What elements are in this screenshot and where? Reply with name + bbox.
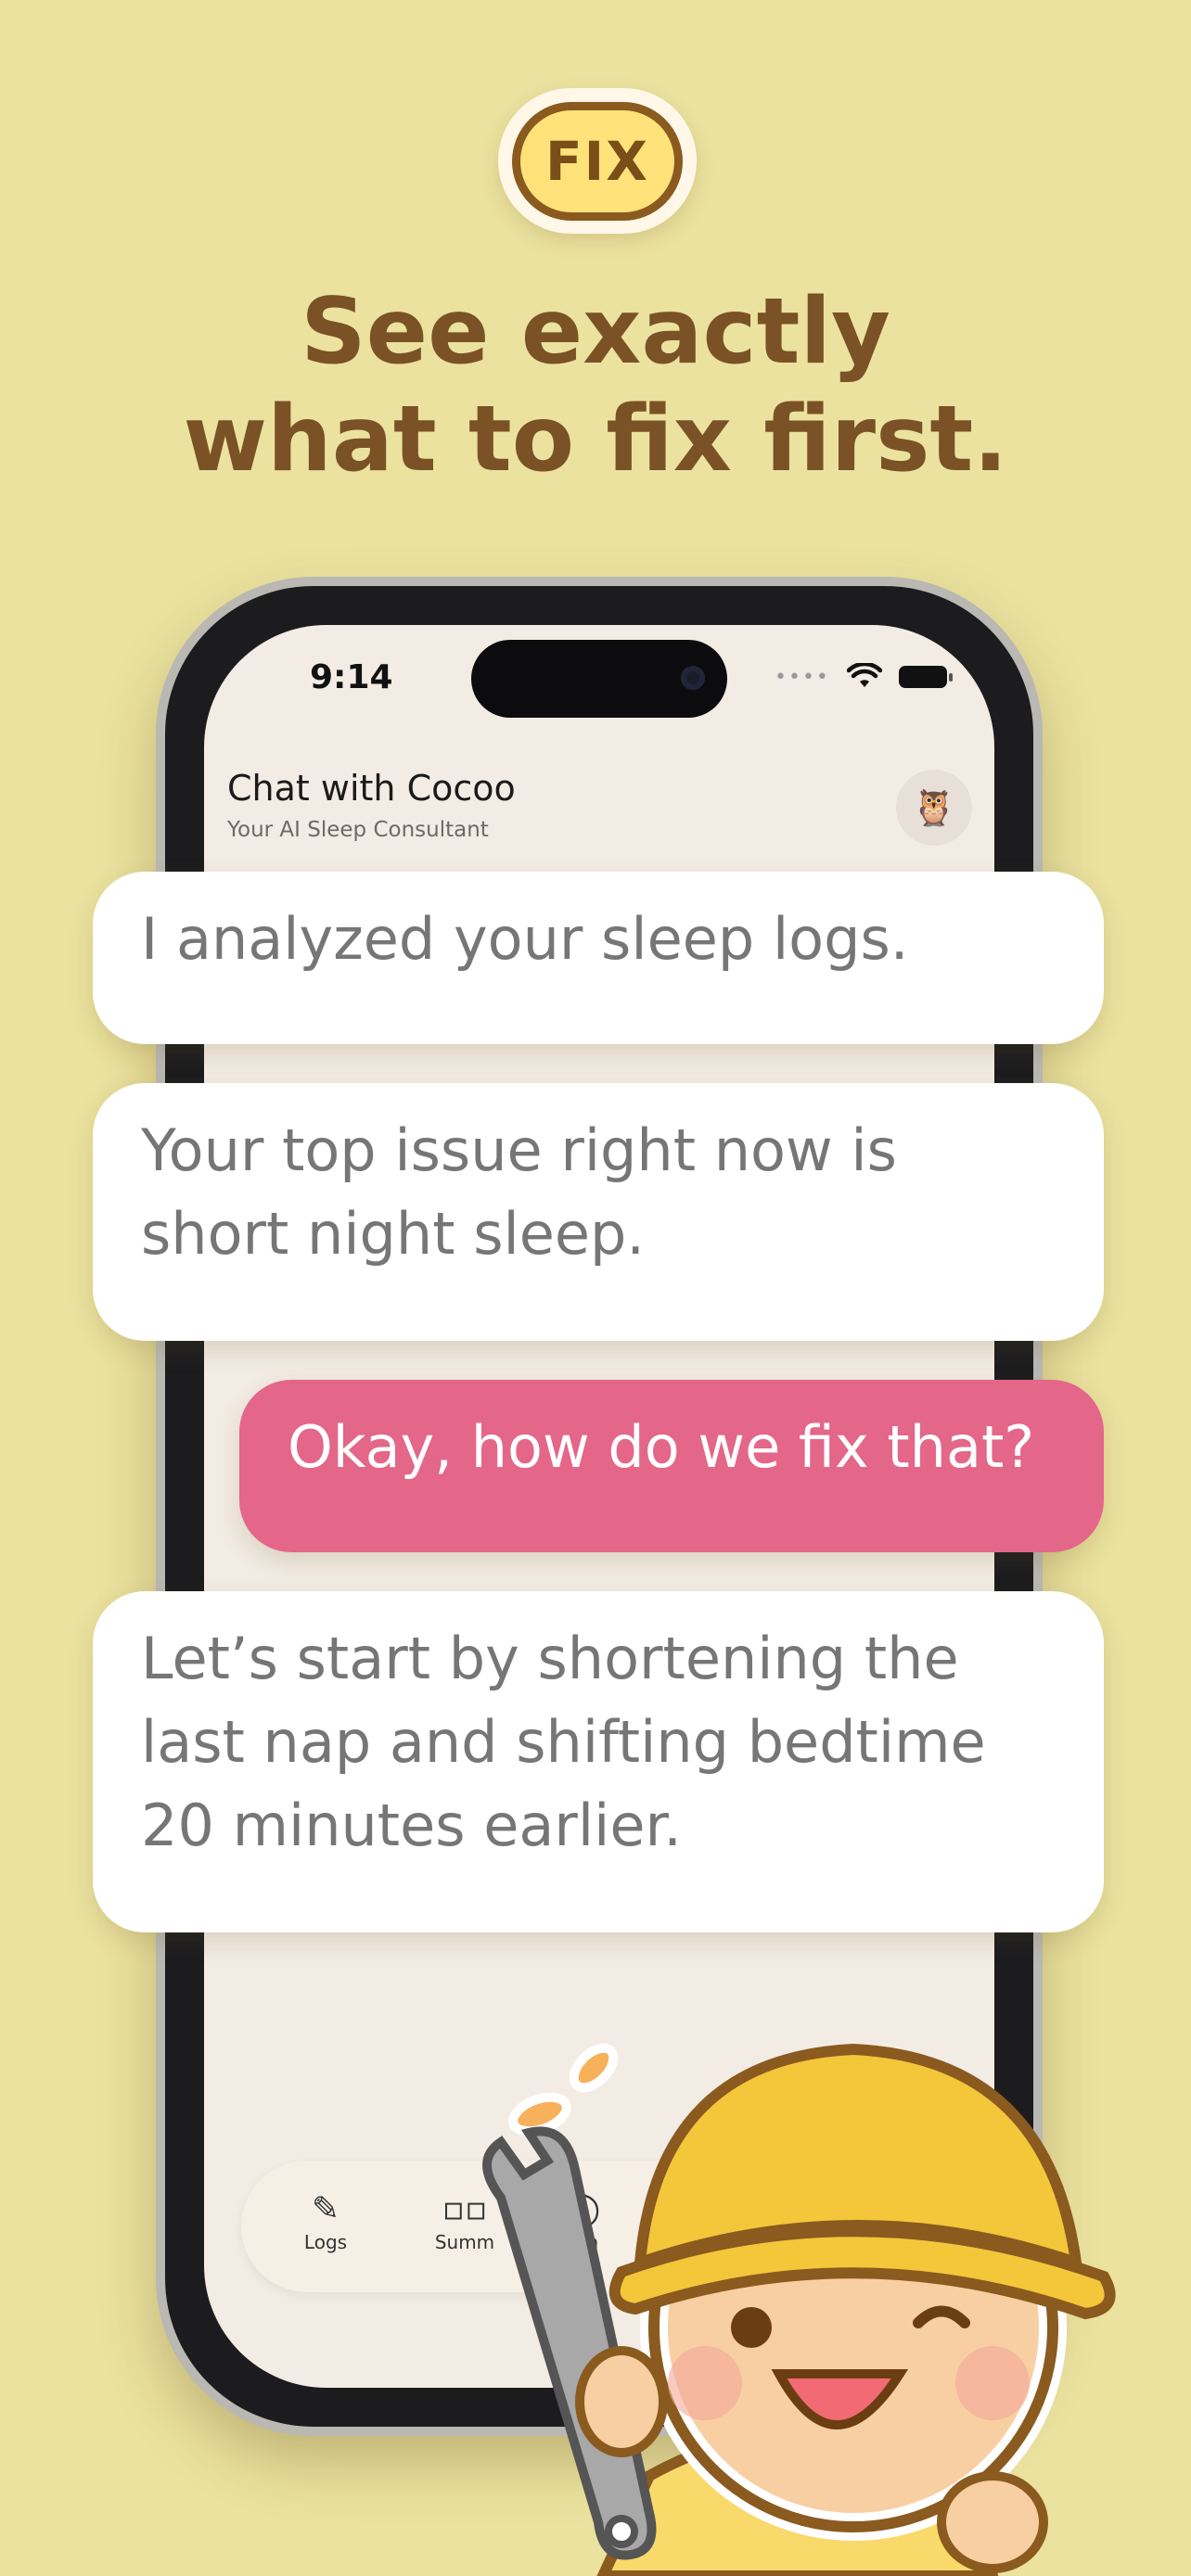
status-time: 9:14	[310, 658, 393, 696]
assistant-message-1: I analyzed your sleep logs.	[93, 872, 1104, 1044]
wifi-icon	[846, 663, 882, 687]
wrench-icon	[482, 2126, 657, 2560]
message-line: Your top issue right now is	[141, 1116, 897, 1184]
status-icons: ••••	[775, 663, 953, 691]
hand	[937, 2471, 1048, 2573]
headline-line-1: See exactly	[301, 279, 890, 385]
chat-subtitle: Your AI Sleep Consultant	[227, 818, 489, 842]
camera-icon	[681, 666, 705, 690]
fix-badge-label: FIX	[512, 101, 683, 221]
battery-icon	[898, 666, 953, 688]
assistant-message-2: Your top issue right now is short night …	[93, 1083, 1104, 1341]
owl-icon[interactable]: 🦉	[896, 770, 972, 846]
message-line: short night sleep.	[141, 1200, 646, 1268]
pencil-icon: ✎	[311, 2190, 340, 2228]
signal-icon: ••••	[775, 665, 830, 689]
hand	[575, 2346, 668, 2457]
fix-badge: FIX	[498, 88, 697, 234]
headline: See exactly what to fix first.	[0, 278, 1191, 493]
message-text: Okay, how do we fix that?	[288, 1413, 1035, 1481]
baby-mascot-illustration	[482, 2043, 1116, 2576]
message-text: I analyzed your sleep logs.	[141, 905, 909, 973]
motion-mark	[569, 2043, 619, 2093]
assistant-message-3: Let’s start by shortening the last nap a…	[93, 1591, 1104, 1932]
tab-label: Logs	[303, 2231, 348, 2253]
message-line: 20 minutes earlier.	[141, 1792, 683, 1859]
message-line: Let’s start by shortening the	[141, 1625, 959, 1692]
chat-title: Chat with Cocoo	[227, 768, 516, 809]
message-line: last nap and shifting bedtime	[141, 1708, 986, 1776]
headline-line-2: what to fix first.	[183, 387, 1008, 492]
tab-logs[interactable]: ✎ Logs	[275, 2188, 377, 2253]
user-message: Okay, how do we fix that?	[239, 1380, 1104, 1552]
